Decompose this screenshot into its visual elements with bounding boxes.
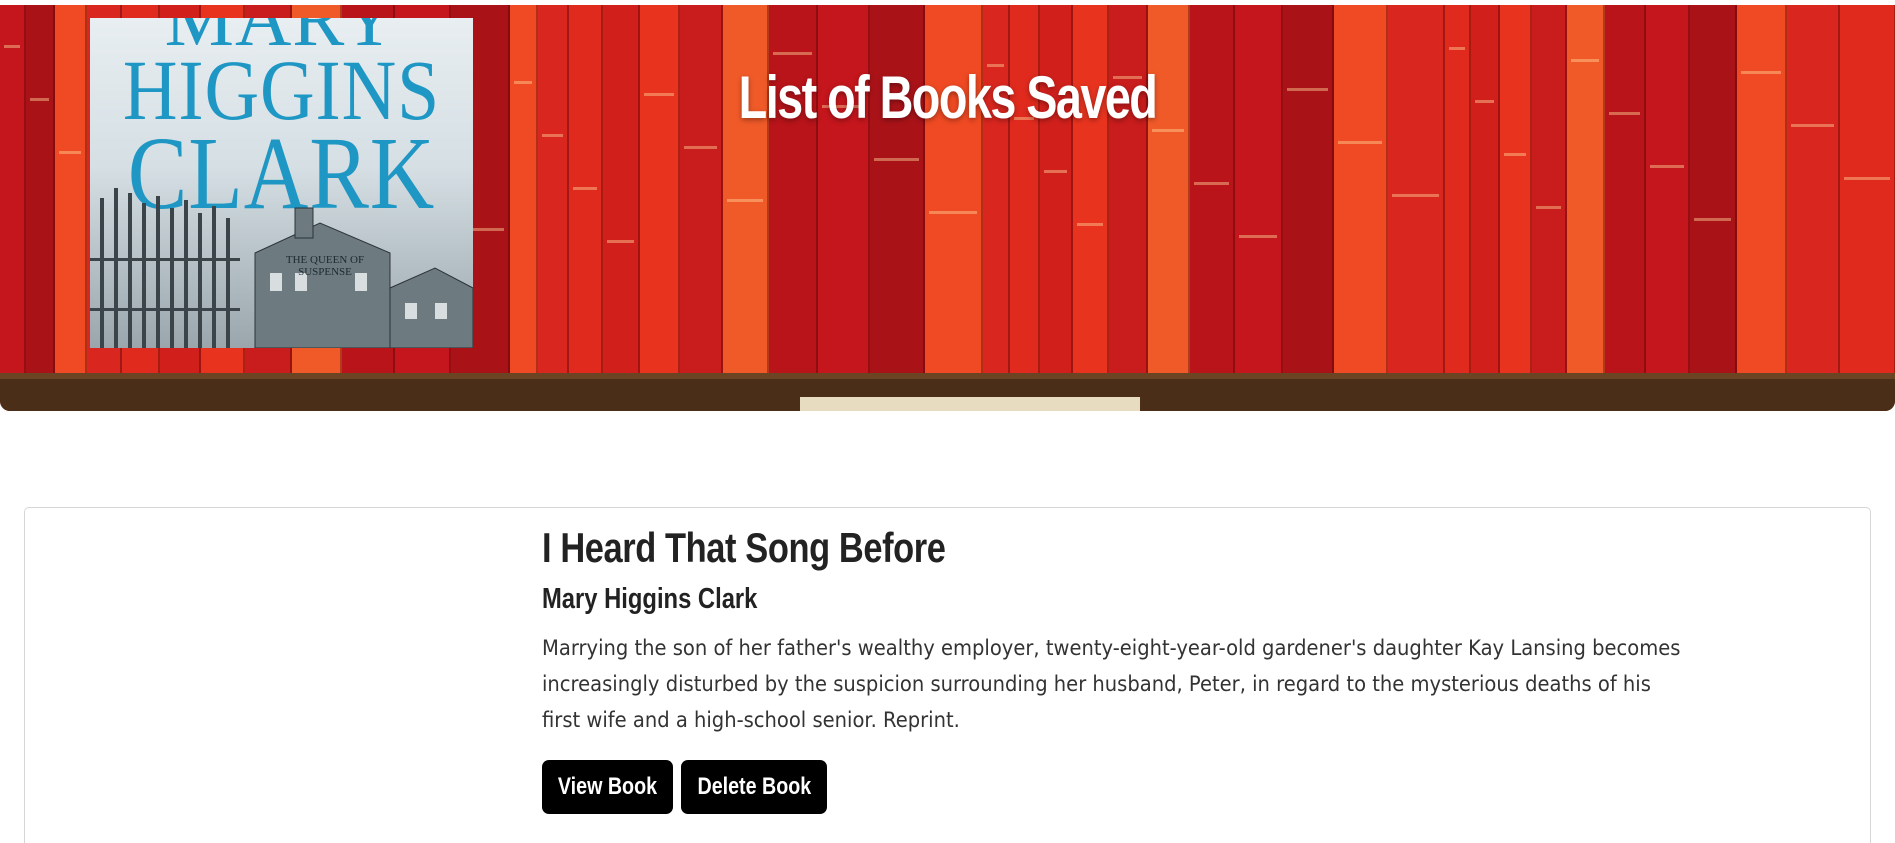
book-cover-image: MARY HIGGINS CLARK THE QUEEN OF SUSPENSE bbox=[90, 18, 473, 348]
view-book-button[interactable]: View Book bbox=[542, 760, 673, 814]
delete-book-button[interactable]: Delete Book bbox=[681, 760, 827, 814]
cover-house-illustration bbox=[90, 188, 473, 348]
delete-book-label: Delete Book bbox=[697, 773, 811, 800]
book-title: I Heard That Song Before bbox=[542, 524, 946, 571]
page: List of Books Saved MARY HIGGINS CLARK T… bbox=[0, 0, 1895, 843]
book-author: Mary Higgins Clark bbox=[542, 583, 758, 615]
cover-tagline: The Queen of Suspense bbox=[285, 254, 365, 278]
view-book-label: View Book bbox=[557, 773, 658, 800]
book-description: Marrying the son of her father's wealthy… bbox=[542, 636, 1681, 732]
